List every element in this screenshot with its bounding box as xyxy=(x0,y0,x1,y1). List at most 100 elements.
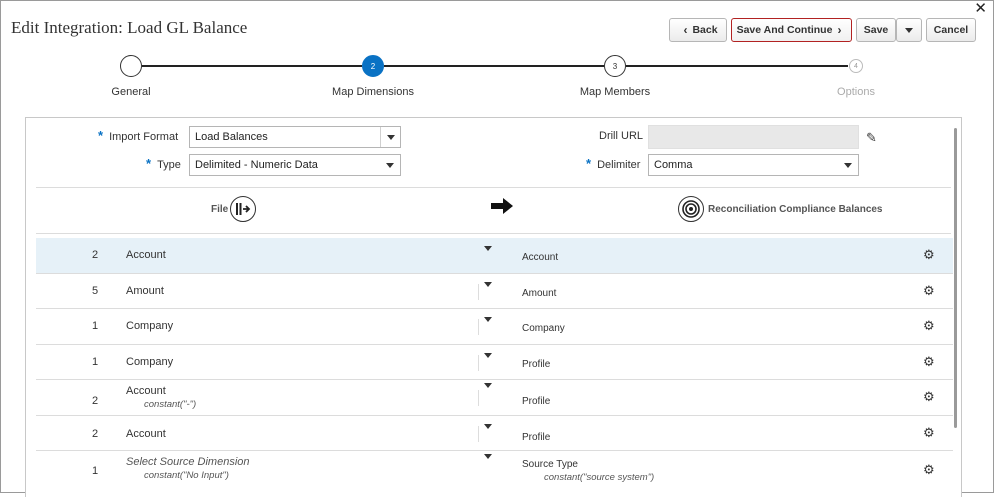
drill-url-label: Drill URL xyxy=(599,130,643,142)
mapping-row[interactable]: 1 Select Source Dimension constant("No I… xyxy=(36,451,953,487)
toolbar: ‹ Back Save And Continue › Save Cancel xyxy=(669,18,976,42)
step-map-dimensions[interactable]: 2 xyxy=(362,55,384,77)
source-dimension[interactable]: Amount xyxy=(126,285,164,297)
save-button-label: Save xyxy=(863,24,889,36)
target-dimension: Profile xyxy=(522,431,551,443)
source-dimension[interactable]: Account xyxy=(126,428,166,440)
step-number: 4 xyxy=(854,62,858,70)
gear-icon[interactable]: ⚙ xyxy=(923,247,935,263)
chevron-down-icon[interactable] xyxy=(484,281,492,299)
section-divider xyxy=(36,233,951,234)
cancel-button-label: Cancel xyxy=(933,24,969,36)
source-dimension[interactable]: Account xyxy=(126,385,166,397)
chevron-down-icon[interactable] xyxy=(484,454,492,471)
train-stepper: 2 3 4 General Map Dimensions Map Members… xyxy=(1,53,994,103)
target-dimension: Company xyxy=(522,323,565,334)
delimiter-label-text: Delimiter xyxy=(597,159,641,171)
chevron-down-icon[interactable] xyxy=(484,352,492,370)
target-dimension: Source Type xyxy=(522,459,578,470)
source-dimension[interactable]: Company xyxy=(126,356,173,368)
type-label-text: Type xyxy=(157,159,181,171)
dialog-frame: ✕ Edit Integration: Load GL Balance ‹ Ba… xyxy=(0,0,994,497)
required-icon: * xyxy=(146,156,152,171)
target-dimension: Profile xyxy=(522,358,551,370)
target-dimension: Account xyxy=(522,252,559,263)
gear-icon[interactable]: ⚙ xyxy=(923,283,935,299)
step-connector xyxy=(626,65,848,67)
source-dimension[interactable]: Account xyxy=(126,249,166,261)
divider xyxy=(478,390,479,406)
back-button[interactable]: ‹ Back xyxy=(669,18,727,42)
step-label-map-dimensions: Map Dimensions xyxy=(332,86,414,98)
target-expression: constant("source system") xyxy=(544,472,655,483)
type-value: Delimited - Numeric Data xyxy=(195,159,318,171)
save-options-button[interactable] xyxy=(896,18,922,42)
required-icon: * xyxy=(586,156,592,171)
mapping-row[interactable]: 2 Account constant("-") Profile ⚙ xyxy=(36,380,953,416)
column-number: 2 xyxy=(92,249,99,261)
chevron-down-icon[interactable] xyxy=(838,155,858,175)
delimiter-select[interactable]: Comma xyxy=(648,154,859,176)
save-button[interactable]: Save xyxy=(856,18,896,42)
chevron-down-icon[interactable] xyxy=(484,383,492,400)
column-number: 2 xyxy=(92,395,99,407)
gear-icon[interactable]: ⚙ xyxy=(923,318,935,334)
delimiter-value: Comma xyxy=(654,159,693,171)
column-number: 1 xyxy=(92,355,99,368)
step-options: 4 xyxy=(849,59,863,73)
step-connector xyxy=(142,65,362,67)
step-general[interactable] xyxy=(120,55,142,77)
chevron-down-icon[interactable] xyxy=(484,423,492,441)
mapping-row[interactable]: 1 Company Company ⚙ xyxy=(36,309,953,345)
dimension-mapping-list: 2 Account Account ⚙ 5 Amount Amount ⚙ 1 … xyxy=(36,238,953,487)
divider xyxy=(478,354,479,371)
import-format-select[interactable]: Load Balances xyxy=(189,126,401,148)
save-and-continue-button[interactable]: Save And Continue › xyxy=(731,18,852,42)
type-label: * Type xyxy=(146,156,181,171)
mapping-row[interactable]: 1 Company Profile ⚙ xyxy=(36,345,953,380)
step-label-options: Options xyxy=(837,86,875,98)
target-dimension: Amount xyxy=(522,287,557,299)
step-connector xyxy=(384,65,604,67)
source-dimension[interactable]: Company xyxy=(126,320,173,332)
mapping-row[interactable]: 2 Account Profile ⚙ xyxy=(36,416,953,451)
chevron-left-icon: ‹ xyxy=(683,23,688,37)
section-divider xyxy=(36,187,951,188)
gear-icon[interactable]: ⚙ xyxy=(923,462,935,478)
gear-icon[interactable]: ⚙ xyxy=(923,389,935,405)
save-and-continue-label: Save And Continue xyxy=(736,24,833,36)
target-dimension: Profile xyxy=(522,396,551,407)
page-title: Edit Integration: Load GL Balance xyxy=(11,18,248,37)
edit-pencil-icon[interactable]: ✎ xyxy=(866,130,877,146)
column-number: 1 xyxy=(92,465,99,477)
source-dimension-placeholder[interactable]: Select Source Dimension xyxy=(126,456,250,468)
import-format-label: * Import Format xyxy=(98,128,178,143)
column-number: 1 xyxy=(92,320,99,332)
step-label-map-members: Map Members xyxy=(579,86,651,98)
mapping-row[interactable]: 5 Amount Amount ⚙ xyxy=(36,274,953,309)
cancel-button[interactable]: Cancel xyxy=(926,18,976,42)
chevron-down-icon[interactable] xyxy=(484,317,492,334)
column-number: 2 xyxy=(92,427,99,440)
source-expression: constant("No Input") xyxy=(144,470,229,481)
mapping-row[interactable]: 2 Account Account ⚙ xyxy=(36,238,953,274)
back-button-label: Back xyxy=(692,24,718,36)
step-label-general: General xyxy=(111,86,151,98)
drill-url-input xyxy=(648,125,859,149)
divider xyxy=(478,319,479,335)
vertical-scrollbar[interactable] xyxy=(954,128,957,428)
gear-icon[interactable]: ⚙ xyxy=(923,425,935,441)
type-select[interactable]: Delimited - Numeric Data xyxy=(189,154,401,176)
gear-icon[interactable]: ⚙ xyxy=(923,354,935,370)
required-icon: * xyxy=(98,128,104,143)
chevron-down-icon[interactable] xyxy=(380,155,400,175)
chevron-down-icon[interactable] xyxy=(380,127,400,147)
caret-down-icon xyxy=(905,27,913,33)
column-number: 5 xyxy=(92,284,99,297)
step-number: 2 xyxy=(370,61,376,71)
close-icon[interactable]: ✕ xyxy=(974,1,987,17)
chevron-down-icon[interactable] xyxy=(484,246,492,263)
step-map-members[interactable]: 3 xyxy=(604,55,626,77)
source-file-label: File xyxy=(211,204,229,215)
mapping-panel: * Import Format Load Balances * Type Delim… xyxy=(25,117,962,497)
